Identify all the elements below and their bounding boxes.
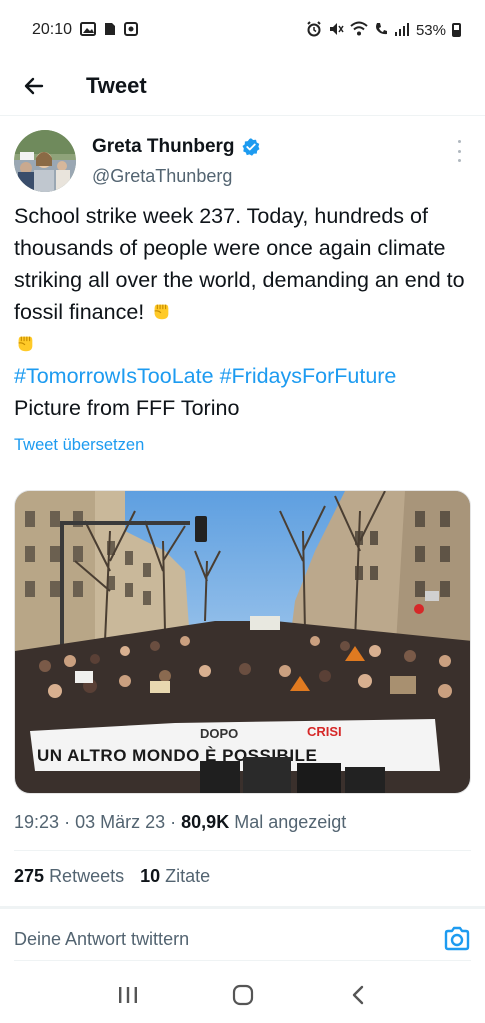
home-button[interactable] [223, 975, 263, 1015]
hashtag-link[interactable]: #FridaysForFuture [220, 364, 397, 388]
more-dot-icon [457, 159, 461, 162]
signal-icon [394, 22, 410, 38]
arrow-left-icon [24, 77, 44, 95]
view-count: 80,9K [181, 812, 230, 832]
tweet-time: 19:23 [14, 812, 60, 832]
raised-fist-emoji-icon [18, 336, 33, 352]
page-title: Tweet [86, 73, 147, 98]
view-label: Mal angezeigt [234, 812, 347, 832]
status-time: 20:10 [32, 21, 73, 38]
protest-photo-image: DOPO CRISI UN ALTRO MONDO È POSSIBILE [15, 491, 470, 793]
tweet-photo[interactable]: DOPO CRISI UN ALTRO MONDO È POSSIBILE [14, 490, 471, 794]
status-left: 20:10 [32, 21, 139, 39]
separator: · [170, 812, 177, 832]
recent-apps-icon [118, 987, 137, 1003]
avatar[interactable] [14, 130, 76, 192]
separator: · [64, 812, 71, 832]
battery-percent: 53% [415, 21, 446, 39]
divider [14, 960, 471, 961]
camera-icon[interactable] [443, 925, 471, 953]
quotes-label: Zitate [165, 866, 211, 886]
divider [14, 850, 471, 851]
raised-fist-emoji-icon [154, 304, 169, 320]
banner-text-crisi: CRISI [307, 724, 342, 739]
tweet-timestamp[interactable]: 19:23 · 03 März 23 · 80,9K Mal angezeigt [14, 812, 346, 833]
app-notification-icon [124, 22, 139, 38]
tweet-author: Greta Thunberg @GretaThunberg [14, 130, 474, 196]
reply-bar: Deine Antwort twittern [14, 920, 471, 958]
sim-notification-icon [104, 22, 116, 38]
author-meta: Greta Thunberg @GretaThunberg [92, 130, 261, 187]
alarm-icon [306, 21, 322, 39]
wifi-icon [350, 21, 368, 39]
retweets-count: 275 [14, 866, 45, 886]
home-icon [232, 984, 253, 1006]
wifi-calling-icon [374, 21, 388, 39]
status-right: 53% [306, 21, 461, 39]
quotes-stat[interactable]: 10 Zitate [140, 866, 210, 887]
retweets-stat[interactable]: 275 Retweets [14, 866, 124, 887]
tweet-stats: 275 Retweets 10 Zitate [14, 866, 210, 887]
system-back-button[interactable] [338, 975, 378, 1015]
author-name-row[interactable]: Greta Thunberg [92, 136, 261, 158]
author-name: Greta Thunberg [92, 136, 235, 157]
recent-apps-button[interactable] [108, 975, 148, 1015]
author-handle[interactable]: @GretaThunberg [92, 166, 261, 187]
tweet-text: School strike week 237. Today, hundreds … [14, 200, 474, 424]
back-button[interactable] [14, 66, 54, 106]
tweet-picture-credit: Picture from FFF Torino [14, 396, 240, 420]
gallery-notification-icon [80, 22, 97, 38]
more-dot-icon [457, 140, 461, 143]
hashtag-link[interactable]: #TomorrowIsTooLate [14, 364, 214, 388]
quotes-count: 10 [140, 866, 161, 886]
reply-input[interactable]: Deine Antwort twittern [14, 929, 189, 950]
divider [0, 906, 485, 909]
status-bar: 20:10 53% [0, 0, 485, 60]
top-divider [0, 115, 485, 116]
chevron-left-icon [352, 985, 363, 1005]
more-dot-icon [457, 149, 461, 153]
mute-icon [328, 21, 344, 39]
battery-icon [452, 23, 461, 37]
top-bar: Tweet [0, 62, 485, 110]
tweet-body: School strike week 237. Today, hundreds … [14, 204, 465, 324]
retweets-label: Retweets [49, 866, 125, 886]
more-options-button[interactable] [450, 140, 468, 162]
tweet-date: 03 März 23 [75, 812, 166, 832]
banner-text-dopo: DOPO [200, 726, 238, 741]
verified-badge-icon [242, 138, 260, 156]
translate-tweet-link[interactable]: Tweet übersetzen [14, 436, 144, 455]
system-nav-bar [0, 970, 485, 1020]
